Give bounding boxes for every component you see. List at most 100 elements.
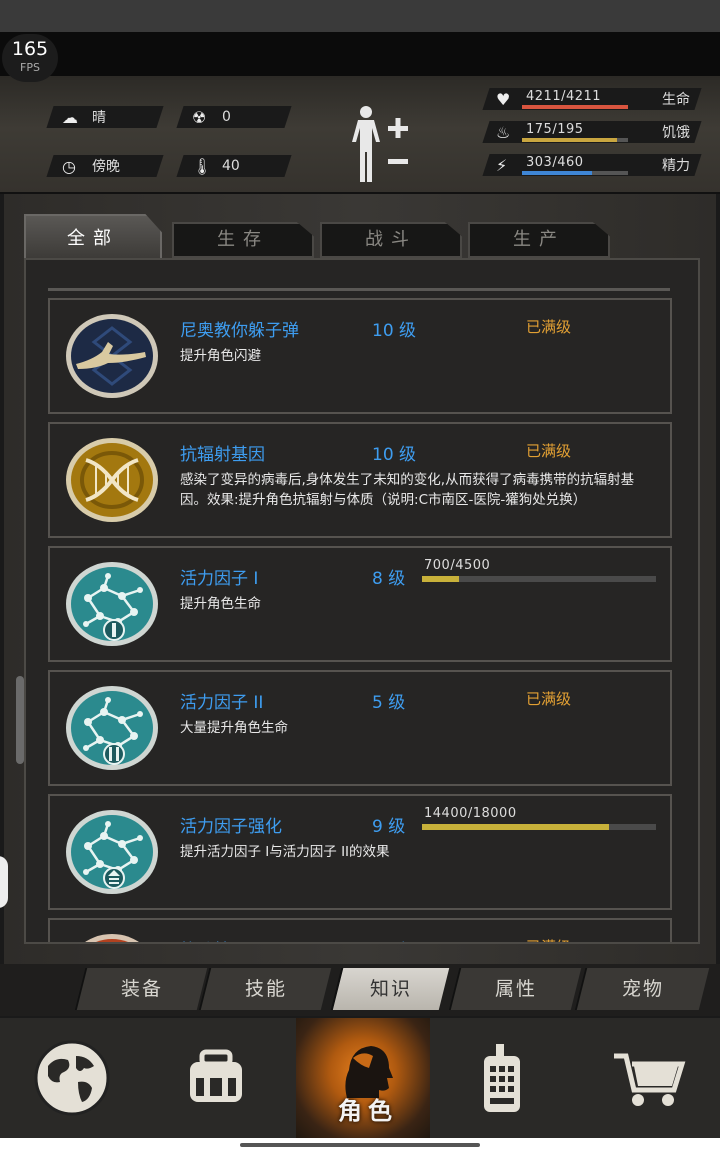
subtab-equipment[interactable]: 装备 (74, 968, 208, 1010)
skill-desc: 提升角色生命 (180, 596, 261, 612)
molecule-ii-icon (66, 686, 158, 770)
fight-icon (85, 934, 139, 942)
temperature-value: 40 (222, 158, 240, 174)
fps-value: 165 (11, 38, 49, 60)
system-status-bar (0, 0, 720, 32)
energy-fill (522, 171, 592, 175)
nav-radio-button[interactable] (430, 1018, 574, 1138)
tab-production[interactable]: 生产 (468, 222, 610, 258)
fps-counter: 165 FPS (2, 34, 58, 82)
home-indicator[interactable] (240, 1143, 480, 1147)
skill-card[interactable]: 尼奥教你躲子弹 10 级 已满级 提升角色闪避 (48, 298, 672, 414)
subtab-knowledge[interactable]: 知识 (330, 968, 450, 1010)
skill-card[interactable]: 活力因子 II 5 级 已满级 大量提升角色生命 (48, 670, 672, 786)
subtab-label: 宠物 (621, 978, 664, 1000)
tab-all[interactable]: 全部 (24, 214, 162, 260)
skill-status: 已满级 (526, 690, 572, 708)
gesture-bar (0, 1138, 720, 1152)
skill-desc: 提升活力因子 I与活力因子 II的效果 (180, 844, 390, 860)
category-tabs: 全部 生存 战斗 生产 (24, 214, 704, 260)
skill-progress-fill (422, 576, 459, 582)
time-chip: ◷ 傍晚 (46, 155, 164, 177)
stomach-icon: ♨ (496, 123, 511, 142)
skill-level: 5 级 (372, 693, 406, 713)
energy-label: 精力 (662, 158, 690, 174)
health-value: 4211/4211 (526, 89, 602, 104)
cart-icon (614, 1053, 686, 1106)
skill-card[interactable]: 抗辐射基因 10 级 已满级 感染了变异的病毒后,身体发生了未知的变化,从而获得… (48, 422, 672, 538)
nav-character-button[interactable]: 角色 (296, 1018, 430, 1138)
skill-progress-value: 700/4500 (424, 558, 491, 573)
skill-status: 已满级 (526, 936, 571, 942)
nav-shop-button[interactable] (576, 1018, 720, 1138)
hunger-fill (522, 138, 618, 142)
skill-title: 活力因子 II (180, 693, 264, 713)
skill-level: 8 级 (372, 569, 406, 589)
skill-level: 10 级 (372, 445, 417, 465)
subtab-label: 知识 (369, 978, 412, 1000)
dodge-icon (66, 314, 158, 398)
skill-status: 已满级 (526, 442, 572, 460)
weather-icon: ☁ (62, 107, 78, 127)
skill-desc: 感染了变异的病毒后,身体发生了未知的变化,从而获得了病毒携带的抗辐射基因。效果:… (180, 472, 635, 508)
body-status-button[interactable] (346, 104, 426, 184)
top-strip (0, 32, 720, 76)
skill-card[interactable]: 格斗技巧 I 10 级 已满级 (48, 918, 672, 942)
walkie-talkie-icon (484, 1044, 520, 1112)
skill-desc: 提升角色闪避 (180, 348, 261, 364)
skill-level: 10 级 (372, 321, 417, 341)
nav-map-button[interactable] (0, 1018, 144, 1138)
weather-label: 晴 (92, 110, 106, 126)
clock-icon: ◷ (62, 156, 76, 176)
skill-desc: 大量提升角色生命 (180, 720, 288, 736)
bottom-navigation: 角色 (0, 1018, 720, 1138)
heart-icon: ♥ (496, 90, 511, 109)
hunger-bar: ♨ 175/195 饥饿 (482, 121, 702, 143)
skill-title: 格斗技巧 I (180, 936, 258, 942)
skill-progress-value: 14400/18000 (424, 806, 517, 821)
subtab-attributes[interactable]: 属性 (448, 968, 582, 1010)
subtab-label: 属性 (494, 978, 537, 1000)
skill-title: 活力因子强化 (180, 817, 282, 837)
hunger-label: 饥饿 (662, 125, 690, 141)
thermometer-icon: 🌡 (192, 156, 213, 176)
weather-chip: ☁ 晴 (46, 106, 164, 128)
tab-combat[interactable]: 战斗 (320, 222, 462, 258)
energy-icon: ⚡ (496, 156, 508, 175)
skill-card[interactable]: 活力因子 I 8 级 700/4500 提升角色生命 (48, 546, 672, 662)
tab-survival[interactable]: 生存 (172, 222, 314, 258)
subtab-label: 技能 (244, 978, 287, 1000)
skill-title: 抗辐射基因 (180, 445, 265, 465)
edge-panel-handle[interactable] (0, 856, 8, 908)
health-fill (522, 105, 628, 109)
energy-bar: ⚡ 303/460 精力 (482, 154, 702, 176)
skill-list[interactable]: 尼奥教你躲子弹 10 级 已满级 提升角色闪避 抗辐射基因 10 级 已满级 感… (24, 258, 700, 944)
skill-card[interactable]: 活力因子强化 9 级 14400/18000 提升活力因子 I与活力因子 II的… (48, 794, 672, 910)
fps-label: FPS (20, 61, 40, 74)
health-bar: ♥ 4211/4211 生命 (482, 88, 702, 110)
radiation-icon: ☢ (192, 107, 207, 127)
time-label: 傍晚 (92, 159, 120, 175)
list-scrollbar[interactable] (16, 676, 24, 764)
health-label: 生命 (662, 92, 690, 108)
radiation-value: 0 (222, 109, 231, 125)
skill-title: 活力因子 I (180, 569, 259, 589)
skill-progress-bar (422, 576, 656, 582)
character-subtabs: 装备 技能 知识 属性 宠物 (0, 964, 720, 1016)
skill-progress-fill (422, 824, 610, 830)
molecule-up-icon (66, 810, 158, 894)
subtab-label: 装备 (120, 978, 163, 1000)
nav-character-label: 角色 (338, 1097, 398, 1125)
globe-icon (34, 1040, 110, 1116)
subtab-skills[interactable]: 技能 (198, 968, 332, 1010)
skill-status: 已满级 (526, 318, 572, 336)
energy-value: 303/460 (526, 155, 584, 170)
status-hud: ☁ 晴 ☢ 0 ◷ 傍晚 🌡 40 ♥ 4211/4211 生命 ♨ 175/195 饥… (0, 76, 720, 194)
skill-progress-bar (422, 824, 656, 830)
subtab-pets[interactable]: 宠物 (574, 968, 710, 1010)
nav-backpack-button[interactable] (144, 1018, 288, 1138)
skill-level: 10 级 (372, 936, 416, 942)
dna-icon (66, 438, 158, 522)
temperature-chip: 🌡 40 (176, 155, 292, 177)
backpack-icon (190, 1049, 242, 1102)
